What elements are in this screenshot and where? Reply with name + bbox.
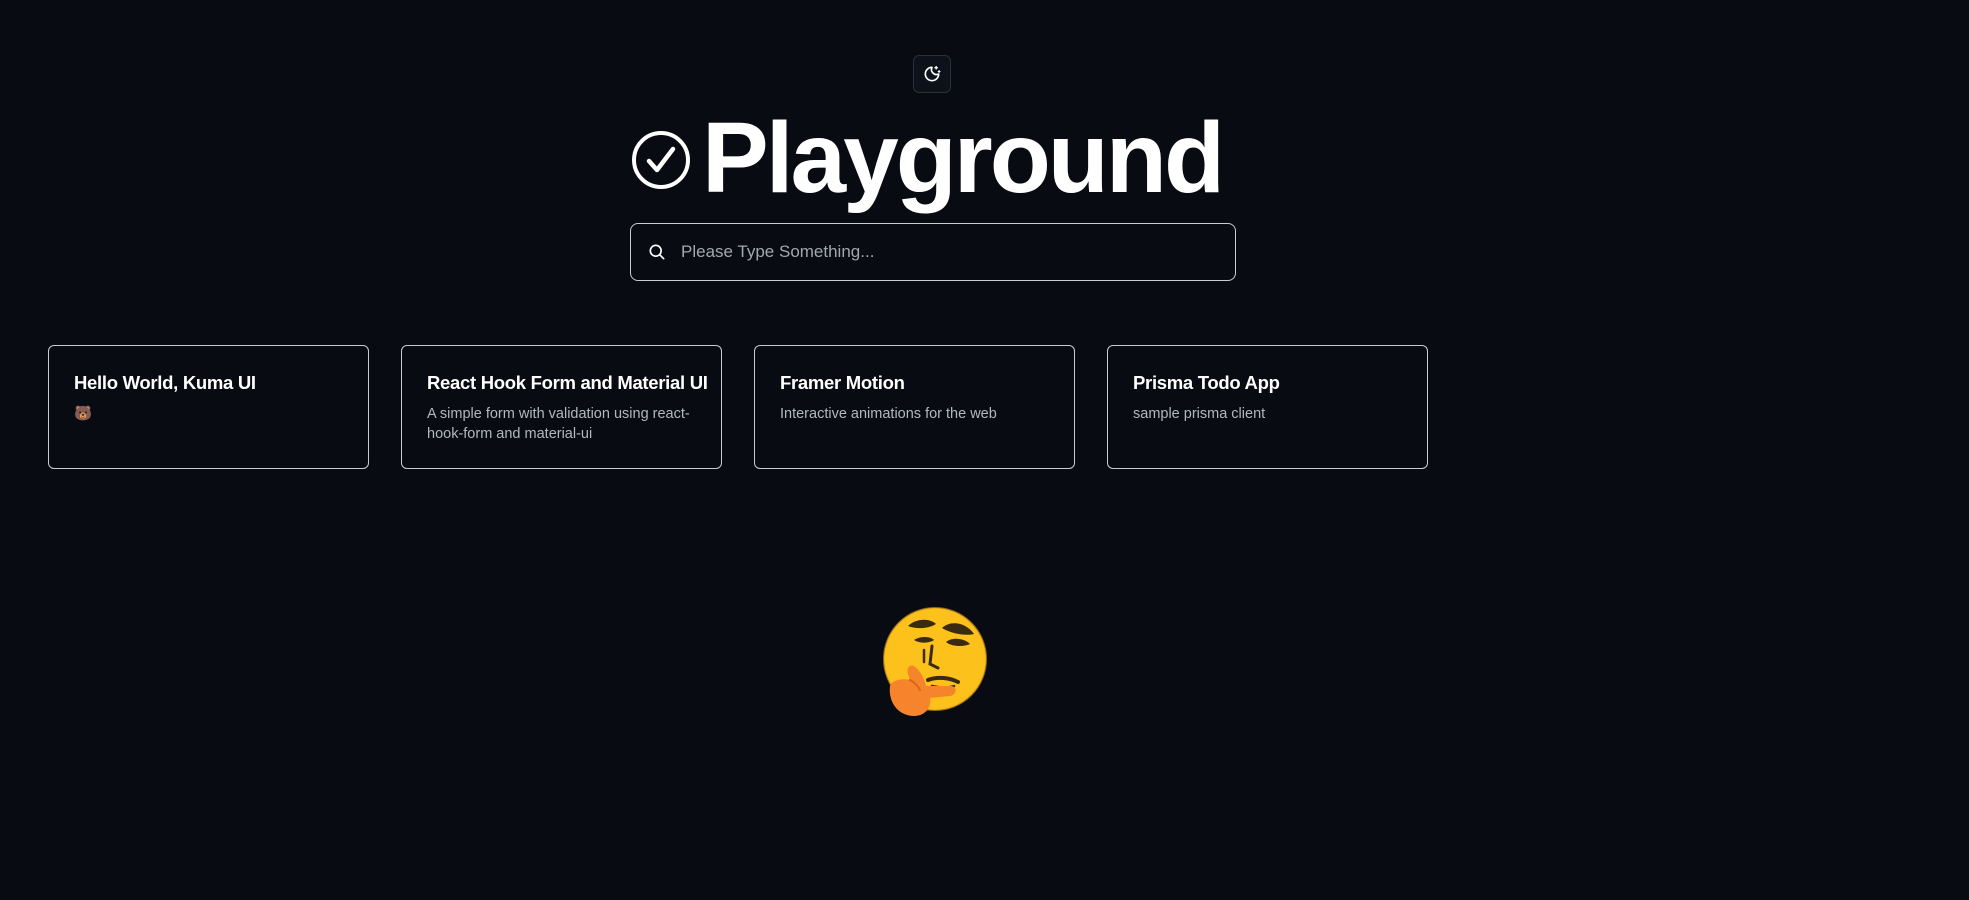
card-list: Hello World, Kuma UI 🐻 React Hook Form a… (48, 345, 1428, 469)
card-title: Hello World, Kuma UI (74, 372, 256, 393)
page-title-row: Playground (630, 102, 1225, 214)
card-framer-motion[interactable]: Framer Motion Interactive animations for… (754, 345, 1075, 469)
card-description: sample prisma client (1133, 406, 1266, 422)
card-react-hook-form[interactable]: React Hook Form and Material UI A simple… (401, 345, 722, 469)
thinking-face-icon (883, 607, 987, 716)
card-title: Framer Motion (780, 372, 905, 393)
card-hello-world[interactable]: Hello World, Kuma UI 🐻 (48, 345, 369, 469)
moon-sparkle-icon (924, 65, 941, 82)
card-prisma-todo[interactable]: Prisma Todo App sample prisma client (1107, 345, 1428, 469)
theme-toggle-button[interactable] (913, 55, 951, 93)
card-title: React Hook Form and Material UI (427, 372, 708, 393)
card-description: Interactive animations for the web (780, 406, 997, 422)
page: Playground Hello World, Kuma UI 🐻 React … (0, 0, 1969, 900)
search-icon (649, 244, 665, 260)
card-title: Prisma Todo App (1133, 372, 1280, 393)
card-description: 🐻 (74, 406, 93, 422)
page-title: Playground (702, 102, 1225, 214)
search-input[interactable] (679, 223, 1235, 281)
check-circle-icon (632, 131, 690, 189)
search-bar[interactable] (630, 223, 1236, 281)
card-description: A simple form with validation using reac… (427, 406, 690, 442)
